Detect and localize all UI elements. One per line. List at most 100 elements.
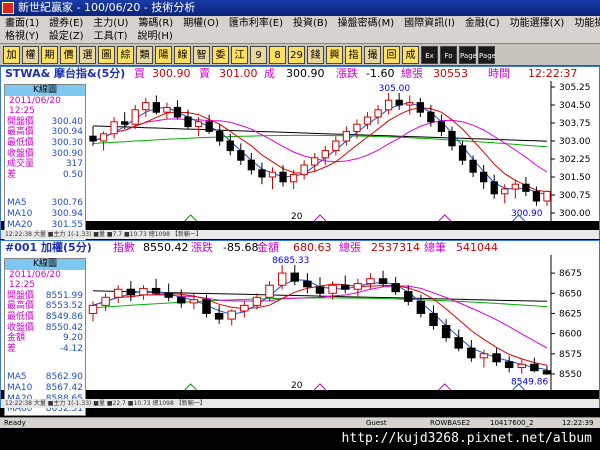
toolbar-button-6[interactable]: 綜 (117, 45, 134, 64)
toolbar-button-18[interactable]: 指 (345, 45, 362, 64)
toolbar-button-23[interactable]: Fo (440, 45, 457, 64)
menu-item-r2-3[interactable]: 說明(H) (133, 30, 178, 43)
change-label: 漲跌 (191, 241, 213, 254)
menu-item-10[interactable]: 功能選擇(X) (505, 17, 570, 30)
info-key: 收盤價 (7, 322, 35, 333)
candle-body (321, 150, 329, 159)
volume-label: 總張 (401, 67, 423, 80)
toolbar-button-11[interactable]: 委 (212, 45, 229, 64)
y-tick-label: 303.75 (559, 119, 591, 129)
info-key: 金額 (7, 333, 26, 344)
toolbar-button-4[interactable]: 選 (79, 45, 96, 64)
menu-item-r2-2[interactable]: 工具(T) (89, 30, 133, 43)
candle-body (173, 106, 182, 118)
candle-body (237, 150, 245, 161)
chart-panel-taiex[interactable]: #001 加權(5分) 指數 8550.42 漲跌 -85.68 金額 680.… (0, 240, 600, 416)
toolbar-button-15[interactable]: 29 (288, 45, 305, 64)
toolbar-button-25[interactable]: Page (478, 45, 496, 64)
time-value: 12:22:37 (528, 67, 578, 80)
chart-panel-stwa[interactable]: STWA& 摩台指&(5分) 買 300.90 賣 301.00 成 300.9… (0, 66, 600, 242)
info-value: 300.94 (51, 127, 84, 138)
toolbar-button-19[interactable]: 撮 (364, 45, 381, 64)
bid-label: 買 (134, 67, 145, 80)
toolbar-button-12[interactable]: 江 (231, 45, 248, 64)
candle-body (226, 140, 234, 152)
y-tick-label: 302.25 (559, 155, 591, 165)
menu-row-1: 畫面(1) 證券(E) 主力(U) 籌碼(R) 期權(O) 匯市利率(E) 投資(B) 操盤密… (0, 17, 600, 30)
y-tick-label: 305.25 (559, 83, 591, 93)
candle-body (404, 291, 413, 302)
info-value: 9.20 (62, 333, 83, 344)
quote-header: #001 加權(5分) 指數 8550.42 漲跌 -85.68 金額 680.… (1, 241, 599, 255)
ma-row: MA10 8567.42 (5, 383, 85, 394)
ma-key: MA10 (7, 208, 33, 219)
toolbar-button-3[interactable]: 價 (60, 45, 77, 64)
info-key: 差 (7, 169, 17, 180)
toolbar-button-9[interactable]: 線 (174, 45, 191, 64)
y-tick-label: 301.50 (559, 173, 591, 183)
menu-item-11[interactable]: 功能操作(F) (569, 17, 600, 30)
candle-body (139, 287, 148, 296)
menu-item-0[interactable]: 畫面(1) (0, 17, 44, 30)
index-value: 8550.42 (143, 241, 189, 254)
toolbar-button-17[interactable]: 興 (326, 45, 343, 64)
toolbar-button-24[interactable]: Page (459, 45, 477, 64)
info-value: 8553.52 (45, 301, 83, 312)
candle-body (227, 310, 236, 320)
info-title: K線圖 (5, 85, 85, 96)
toolbar-button-21[interactable]: 成 (402, 45, 419, 64)
toolbar-button-5[interactable]: 圖 (98, 45, 115, 64)
menu-item-r2-1[interactable]: 設定(Z) (44, 30, 89, 43)
quote-header: STWA& 摩台指&(5分) 買 300.90 賣 301.00 成 300.9… (1, 67, 599, 81)
candle-body (429, 312, 438, 327)
menu-item-8[interactable]: 國際資訊(I) (399, 17, 460, 30)
candle-body (501, 188, 509, 195)
window-title: 新世紀贏家 - 100/06/20 - 技術分析 (18, 1, 196, 14)
menu-item-7[interactable]: 操盤密碼(M) (333, 17, 399, 30)
candle-body (522, 183, 530, 192)
toolbar-button-13[interactable]: 9 (250, 45, 267, 64)
toolbar-button-8[interactable]: 陽 (155, 45, 172, 64)
candle-body (492, 353, 501, 363)
info-key: 最低價 (7, 137, 35, 148)
candlestick-chart[interactable]: 305.25 304.50 303.75 303.00 302.25 301.50 300.… (1, 81, 599, 231)
toolbar-button-0[interactable]: 加 (3, 45, 20, 64)
toolbar-button-20[interactable]: 回 (383, 45, 400, 64)
toolbar-button-16[interactable]: 錢 (307, 45, 324, 64)
info-row: 收盤價 300.90 (5, 149, 85, 160)
menu-item-r2-0[interactable]: 格視(Y) (0, 30, 44, 43)
info-key: 收盤價 (7, 148, 35, 159)
y-tick-label: 8675 (559, 269, 582, 279)
watermark-url: http://kujd3268.pixnet.net/album (341, 431, 592, 446)
y-tick-label: 8650 (559, 289, 582, 299)
candle-body (353, 283, 363, 290)
menu-item-9[interactable]: 金融(C) (460, 17, 505, 30)
status-bar: Ready Guest ROWBASE2 10417600_2 12:22:39 (0, 417, 600, 428)
menu-item-2[interactable]: 主力(U) (88, 17, 133, 30)
candlestick-chart[interactable]: 8675 8650 8625 8600 8575 8550 8685.33 8549.86 20 (1, 255, 599, 400)
candle-body (315, 286, 325, 294)
menu-item-6[interactable]: 投資(B) (288, 17, 333, 30)
info-row: 成交量 317 (5, 159, 85, 170)
toolbar-button-10[interactable]: 智 (193, 45, 210, 64)
x-axis-label: 20 (291, 381, 303, 391)
info-value: 8549.86 (45, 311, 83, 322)
candle-body (366, 278, 375, 285)
menu-item-3[interactable]: 籌碼(R) (133, 17, 178, 30)
toolbar-button-22[interactable]: Ex (421, 45, 438, 64)
candle-body (205, 121, 213, 132)
toolbar-button-14[interactable]: 8 (269, 45, 286, 64)
menu-bar: 畫面(1) 證券(E) 主力(U) 籌碼(R) 期權(O) 匯市利率(E) 投資(B) 操盤密… (0, 16, 600, 44)
toolbar-button-2[interactable]: 期 (41, 45, 58, 64)
y-tick-label: 300.75 (559, 191, 591, 201)
watermark-strip: http://kujd3268.pixnet.net/album (0, 428, 600, 450)
menu-item-1[interactable]: 證券(E) (44, 17, 88, 30)
menu-item-5[interactable]: 匯市利率(E) (224, 17, 288, 30)
info-key: 開盤價 (7, 116, 35, 127)
menu-item-4[interactable]: 期權(O) (178, 17, 224, 30)
candle-body (151, 287, 161, 294)
toolbar-button-7[interactable]: 類 (136, 45, 153, 64)
toolbar-button-1[interactable]: 權 (22, 45, 39, 64)
status-strip: 12:22:38 大量 ■主力 1(-1.33) ■量 ■22.7 ■10.73… (1, 399, 599, 408)
candle-body (384, 99, 393, 111)
